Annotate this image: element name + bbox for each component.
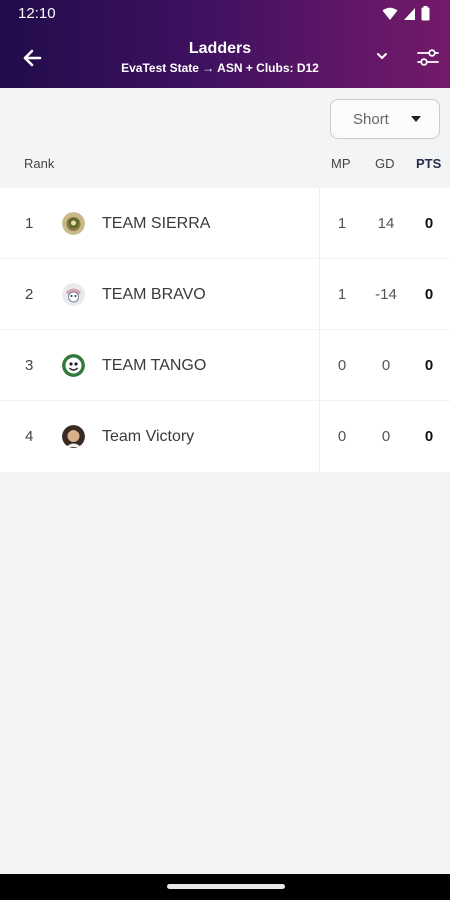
row-team-name: TEAM SIERRA (102, 215, 211, 232)
table-row[interactable]: 4 Team Victory 0 0 0 (0, 401, 450, 472)
row-pts: 0 (424, 357, 434, 374)
row-gd: 0 (381, 357, 391, 374)
team-sierra-logo-icon (62, 212, 85, 235)
back-button[interactable] (14, 40, 50, 76)
row-rank: 2 (25, 286, 34, 303)
status-bar: 12:10 (0, 0, 450, 28)
row-pts: 0 (424, 215, 434, 232)
row-gd: 0 (381, 428, 391, 445)
row-team-name: Team Victory (102, 428, 195, 445)
row-rank: 3 (25, 357, 34, 374)
filter-button[interactable] (412, 42, 444, 74)
status-time: 12:10 (18, 5, 56, 22)
caret-down-icon (411, 116, 421, 122)
sort-select[interactable]: Short (330, 99, 440, 139)
row-mp: 1 (337, 215, 347, 232)
sliders-icon (417, 49, 439, 66)
table-row[interactable]: 3 TEAM TANGO 0 0 0 (0, 330, 450, 401)
row-rank: 1 (25, 215, 34, 232)
row-gd: 14 (377, 215, 395, 232)
row-gd: -14 (375, 286, 397, 303)
table-row[interactable]: 1 TEAM SIERRA 1 14 0 (0, 188, 450, 259)
row-mp: 0 (337, 428, 347, 445)
page-subtitle: EvaTest State → ASN + Clubs: D12 (121, 61, 319, 75)
status-icons (382, 6, 430, 21)
competition-dropdown-button[interactable] (370, 44, 394, 68)
team-victory-logo-icon (62, 425, 85, 448)
arrow-back-icon (23, 49, 42, 67)
system-navigation-bar (0, 874, 450, 900)
header: 12:10 Ladders EvaTest State → ASN + Club… (0, 0, 450, 88)
chevron-down-icon (377, 53, 387, 59)
battery-icon (421, 6, 430, 21)
column-header-pts: PTS (416, 156, 442, 171)
wifi-icon (382, 7, 398, 20)
team-bravo-logo-icon (62, 283, 85, 306)
page-title: Ladders (188, 40, 252, 57)
row-team-name: TEAM TANGO (102, 357, 207, 374)
app-bar: Ladders EvaTest State → ASN + Clubs: D12 (0, 28, 450, 88)
team-tango-logo-icon (62, 354, 85, 377)
row-team-name: TEAM BRAVO (102, 286, 206, 303)
cell-signal-icon (404, 7, 415, 20)
home-indicator[interactable] (167, 884, 285, 889)
ladder-table: 1 TEAM SIERRA 1 14 0 2 TEAM BRAVO 1 -14 … (0, 188, 450, 472)
table-row[interactable]: 2 TEAM BRAVO 1 -14 0 (0, 259, 450, 330)
column-header-mp: MP (331, 156, 351, 171)
column-header-rank: Rank (24, 156, 55, 171)
column-header-gd: GD (375, 156, 395, 171)
row-mp: 0 (337, 357, 347, 374)
row-mp: 1 (337, 286, 347, 303)
row-pts: 0 (424, 428, 434, 445)
title-block: Ladders EvaTest State → ASN + Clubs: D12 (90, 40, 350, 75)
row-rank: 4 (25, 428, 34, 445)
row-pts: 0 (424, 286, 434, 303)
sort-select-value: Short (353, 111, 389, 128)
